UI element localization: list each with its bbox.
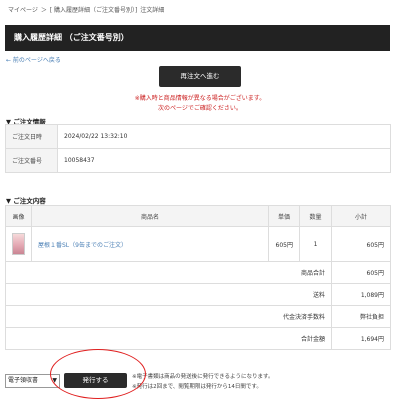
summary-row: 合計金額 1,694円: [5, 327, 391, 350]
breadcrumb-current: 注文詳細: [140, 7, 165, 14]
breadcrumb-parent[interactable]: [ 購入履歴詳細（ご注文番号別）]: [50, 7, 138, 14]
order-table-header: 画像 商品名 単価 数量 小計: [5, 205, 391, 227]
header-product-name: 商品名: [31, 205, 269, 227]
summary-value: 1,694円: [331, 327, 391, 350]
page-title: 購入履歴詳細 （ご注文番号別）: [5, 25, 390, 51]
header-quantity: 数量: [299, 205, 332, 227]
table-row: 屋根１番SL（9缶までのご注文） 605円 1 605円: [5, 226, 391, 262]
summary-label: 商品合計: [5, 261, 332, 284]
receipt-note-2: ※発行は2回まで、閲覧期限は発行から14日間です。: [132, 384, 262, 390]
summary-row: 代金決済手数料 弊社負担: [5, 305, 391, 328]
reorder-button[interactable]: 再注文へ進む: [159, 66, 241, 87]
quantity: 1: [299, 226, 332, 262]
summary-label: 代金決済手数料: [5, 305, 332, 328]
summary-row: 送料 1,089円: [5, 283, 391, 306]
order-content-heading: ▼ ご注文内容: [6, 197, 46, 205]
order-number-value: 10058437: [57, 148, 391, 173]
order-content-table: 画像 商品名 単価 数量 小計 屋根１番SL（9缶までのご注文） 605円 1 …: [5, 205, 391, 350]
header-subtotal: 小計: [331, 205, 391, 227]
order-date-row: ご注文日時 2024/02/22 13:32:10: [5, 124, 391, 149]
header-unit-price: 単価: [268, 205, 300, 227]
order-date-value: 2024/02/22 13:32:10: [57, 124, 391, 149]
breadcrumb-separator: ＞: [40, 7, 47, 14]
order-info-table: ご注文日時 2024/02/22 13:32:10 ご注文番号 10058437: [5, 124, 391, 173]
summary-value: 605円: [331, 261, 391, 284]
product-thumbnail[interactable]: [12, 233, 25, 255]
product-name-cell: 屋根１番SL（9缶までのご注文）: [31, 226, 269, 262]
summary-label: 合計金額: [5, 327, 332, 350]
summary-label: 送料: [5, 283, 332, 306]
summary-value: 1,089円: [331, 283, 391, 306]
receipt-note-1: ※電子書類は商品の発送後に発行できるようになります。: [132, 374, 274, 380]
order-number-label: ご注文番号: [5, 148, 58, 173]
breadcrumb: マイページ ＞ [ 購入履歴詳細（ご注文番号別）] 注文詳細: [8, 5, 165, 14]
reorder-notice-line1: ※購入時と商品情報が異なる場合がございます。: [134, 95, 266, 102]
order-number-row: ご注文番号 10058437: [5, 148, 391, 173]
summary-row: 商品合計 605円: [5, 261, 391, 284]
breadcrumb-home[interactable]: マイページ: [8, 7, 38, 14]
reorder-notice-line2: 次のページでご確認ください。: [158, 105, 242, 112]
header-image: 画像: [5, 205, 32, 227]
summary-value: 弊社負担: [331, 305, 391, 328]
product-link[interactable]: 屋根１番SL（9缶までのご注文）: [32, 242, 127, 249]
back-link[interactable]: ← 前のページへ戻る: [6, 55, 61, 64]
item-subtotal: 605円: [331, 226, 391, 262]
unit-price: 605円: [268, 226, 300, 262]
receipt-type-value: 電子領収書: [8, 377, 39, 384]
highlight-circle-annotation: [50, 349, 146, 399]
product-image-cell: [5, 226, 32, 262]
order-date-label: ご注文日時: [5, 124, 58, 149]
